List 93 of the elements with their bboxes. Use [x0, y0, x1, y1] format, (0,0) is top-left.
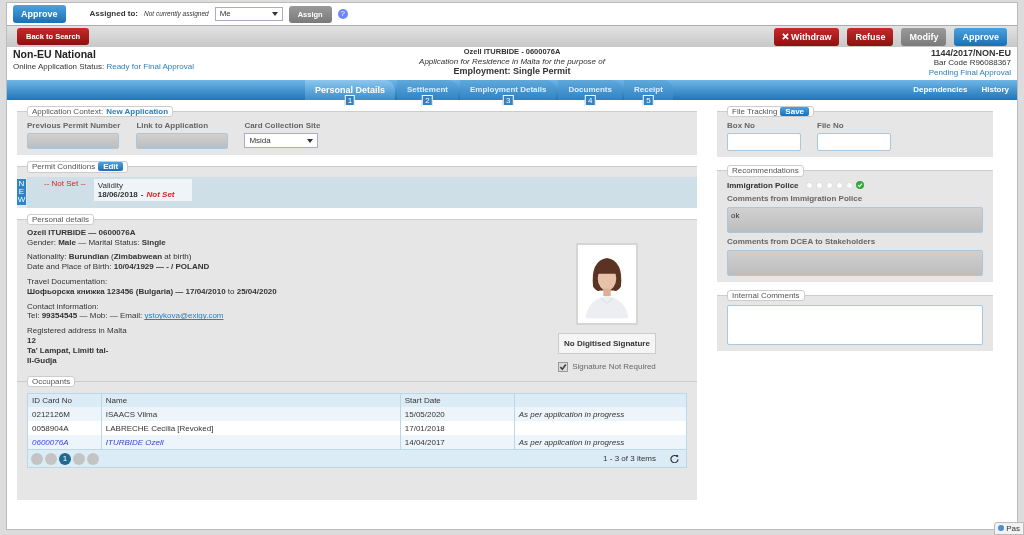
table-cell: LABRECHE Cecilia [Revoked] [101, 421, 401, 436]
pager-nav-button[interactable] [31, 452, 43, 465]
detail-line: Contact information: [27, 302, 100, 312]
detail-line: Il-Gudja [27, 356, 58, 366]
input-field[interactable] [727, 133, 801, 152]
step-badge: 3 [502, 95, 514, 106]
table-cell: 0212126M [27, 407, 102, 422]
column-header: Start Date [400, 393, 515, 408]
nav-link[interactable]: Dependencies [913, 85, 968, 95]
detail-line: 12 [27, 336, 37, 346]
page-title: Non-EU National [13, 48, 97, 61]
purpose-text: Application for Residence in Malta for the purpose of [419, 56, 605, 66]
pager-nav-button[interactable] [73, 452, 85, 465]
comment-field[interactable] [727, 250, 983, 277]
section-legend: Permit Conditions Edit [27, 161, 129, 173]
input-field[interactable] [27, 133, 119, 150]
detail-line: Travel Documentation: [27, 277, 109, 287]
site-select[interactable]: Msida [244, 133, 319, 149]
checkbox-label: Signature Not Required [572, 362, 656, 372]
validity-to: Not Set [146, 189, 175, 199]
detail-line: Tel: 99354545 — Mob: — Email: ystoykova@exigy.com [27, 312, 225, 322]
caret-icon [307, 138, 314, 143]
validity-from: 18/06/2018 [97, 189, 138, 199]
approve-button[interactable]: Approve [954, 27, 1007, 46]
assignee-select[interactable]: Me [214, 7, 283, 21]
agency-label: Immigration Police [727, 180, 799, 190]
validity-separator: - [140, 189, 144, 199]
comment-field[interactable] [727, 305, 983, 346]
table-cell: 17/01/2018 [400, 421, 515, 436]
section-legend: Occupants [27, 375, 76, 388]
section-legend: Personal details [27, 213, 94, 225]
close-icon [782, 32, 790, 40]
pager-nav-button[interactable] [87, 452, 99, 465]
step-badge: 5 [643, 95, 654, 106]
detail-line: Ozell ITURBIDE — 0600076A [27, 228, 137, 238]
condition-text: -- Not Set -- [44, 178, 86, 188]
refresh-icon[interactable] [670, 454, 679, 464]
refuse-button[interactable]: Refuse [847, 27, 894, 46]
detail-line: Ta' Lampat, Limiti tal- [27, 346, 110, 356]
table-cell: ISAACS Vilma [101, 407, 401, 422]
table-cell: 0600076A [27, 435, 102, 450]
table-cell: As per application in progress [514, 435, 687, 450]
page-button[interactable]: 1 [59, 452, 71, 465]
column-header: Name [101, 393, 401, 408]
field-label: Comments from Immigration Police [727, 193, 864, 203]
edit-button[interactable]: Edit [98, 162, 124, 172]
field-label: Comments from DCEA to Stakeholders [727, 236, 877, 247]
validity-label: Validity [97, 180, 123, 190]
signature-box: No Digitised Signature [558, 332, 656, 354]
table-cell: 14/04/2017 [400, 435, 515, 450]
column-header: ID Card No [27, 393, 102, 408]
table-cell: 0058904A [27, 421, 102, 436]
field-label: File No [817, 121, 845, 131]
email-link[interactable]: ystoykova@exigy.com [144, 311, 224, 321]
nav-link[interactable]: History [981, 85, 1009, 95]
step-badge: 2 [422, 95, 433, 106]
input-field[interactable] [817, 133, 891, 152]
table-cell: 15/05/2020 [400, 407, 515, 422]
step-badge: 4 [584, 95, 596, 106]
circle-icon [998, 525, 1005, 532]
pager-nav-button[interactable] [45, 452, 57, 465]
new-badge: NEW [17, 178, 26, 205]
field-label: Card Collection Site [244, 121, 321, 131]
section-legend: Recommendations [727, 165, 804, 177]
detail-line: Date and Place of Birth: 10/04/1929 — - / POLAND [27, 263, 211, 272]
detail-line: Шофьорска книжка 123456 (Bulgaria) — 17/04/2010 to 25/04/2020 [27, 287, 278, 297]
section-legend: Application Context: New Application [27, 106, 174, 118]
approve-button[interactable]: Approve [13, 5, 66, 23]
help-icon[interactable]: ? [337, 9, 348, 19]
field-label: Box No [727, 121, 756, 131]
caret-icon [271, 12, 278, 16]
detail-line: Gender: Male — Marital Status: Single [27, 238, 167, 248]
input-field[interactable] [136, 133, 229, 150]
withdraw-button[interactable]: Withdraw [774, 27, 840, 46]
save-button[interactable]: Save [780, 107, 810, 117]
field-label: Previous Permit Number [27, 121, 121, 131]
detail-line: Registered address in Malta [27, 327, 128, 336]
stage-text: Pending Final Approval [928, 67, 1011, 77]
table-cell: ITURBIDE Ozell [101, 435, 401, 450]
reference-number: 1144/2017/NON-EU [930, 48, 1011, 59]
detail-line: Nationality: Burundian (Zimbabwean at birth) [27, 253, 193, 263]
bar-code: Bar Code R96088367 [933, 58, 1011, 68]
status-label: Online Application Status: [13, 62, 105, 72]
step-badge: 1 [344, 95, 356, 106]
assigned-label: Assigned to: [89, 9, 138, 19]
pager-summary: 1 - 3 of 3 items [603, 454, 656, 464]
field-label: Link to Application [136, 121, 210, 131]
permit-type: Employment: Single Permit [453, 65, 571, 77]
section-legend: Internal Comments [727, 290, 805, 302]
section-legend: File Tracking Save [727, 106, 815, 118]
comment-field[interactable]: ok [727, 206, 983, 233]
status-value: Ready for Final Approval [106, 62, 194, 72]
table-cell: As per application in progress [514, 407, 687, 422]
